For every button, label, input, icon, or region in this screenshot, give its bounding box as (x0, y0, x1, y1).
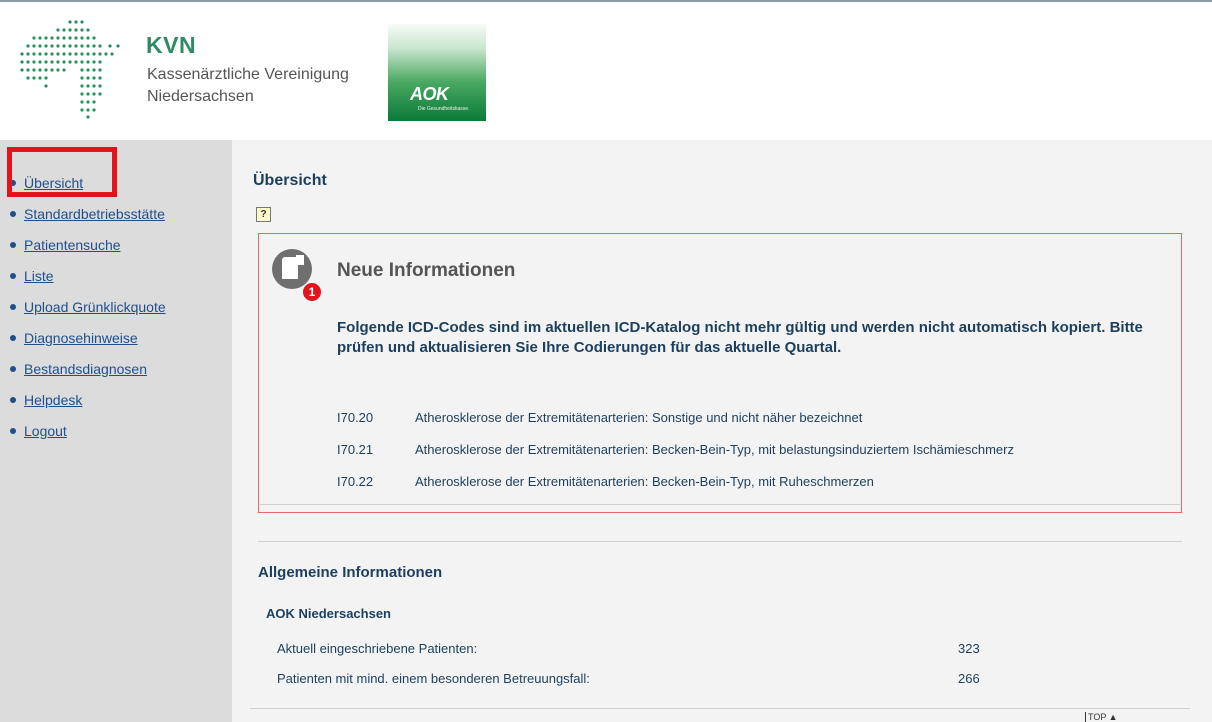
bullet-icon (10, 303, 16, 310)
bullet-icon (10, 365, 16, 372)
sidebar-item-logout[interactable]: Logout (10, 418, 166, 449)
sidebar-item-helpdesk[interactable]: Helpdesk (10, 387, 166, 418)
sidebar-item-bestandsdiagnosen[interactable]: Bestandsdiagnosen (10, 356, 166, 387)
top-border (0, 0, 1212, 2)
bullet-icon (10, 396, 16, 403)
icd-code: I70.21 (337, 442, 374, 457)
bullet-icon (10, 427, 16, 434)
kvn-org-name-line2: Niedersachsen (147, 88, 254, 105)
mailbox-icon (272, 249, 312, 289)
help-icon[interactable]: ? (256, 207, 271, 222)
stat-label-special-care-patients: Patienten mit mind. einem besonderen Bet… (277, 671, 590, 686)
content-frame-bottom (250, 708, 1190, 709)
sidebar-link-liste[interactable]: Liste (24, 268, 54, 284)
sidebar-link-upload-gruenklickquote[interactable]: Upload Grünklickquote (24, 299, 166, 315)
bullet-icon (10, 334, 16, 341)
icd-description: Atherosklerose der Extremitätenarterien:… (415, 410, 863, 425)
news-message: Folgende ICD-Codes sind im aktuellen ICD… (337, 319, 1143, 356)
sidebar-item-diagnosehinweise[interactable]: Diagnosehinweise (10, 325, 166, 356)
sidebar-link-patientensuche[interactable]: Patientensuche (24, 237, 121, 253)
icd-code: I70.22 (337, 474, 374, 489)
sidebar-link-logout[interactable]: Logout (24, 423, 67, 439)
sidebar-nav: Übersicht Standardbetriebsstätte Patient… (10, 170, 166, 449)
back-to-top-link[interactable]: TOP ▲ (1085, 712, 1118, 722)
aok-logo-text: AOK (410, 84, 449, 104)
insurer-name: AOK Niedersachsen (266, 606, 391, 621)
sidebar-link-bestandsdiagnosen[interactable]: Bestandsdiagnosen (24, 361, 147, 377)
general-info-title: Allgemeine Informationen (258, 564, 443, 581)
kvn-org-name-line1: Kassenärztliche Vereinigung (147, 66, 349, 83)
icd-description: Atherosklerose der Extremitätenarterien:… (415, 442, 1014, 457)
news-divider (260, 504, 1180, 505)
stat-value-enrolled-patients: 323 (958, 641, 980, 656)
icd-description: Atherosklerose der Extremitätenarterien:… (415, 474, 874, 489)
stat-label-enrolled-patients: Aktuell eingeschriebene Patienten: (277, 641, 478, 656)
kvn-brand-name: KVN (146, 32, 197, 58)
sidebar-item-upload-gruenklickquote[interactable]: Upload Grünklickquote (10, 294, 166, 325)
section-divider (258, 541, 1182, 542)
aok-logo: AOK Die Gesundheitskasse. (388, 24, 486, 121)
bullet-icon (10, 210, 16, 217)
bullet-icon (10, 241, 16, 248)
sidebar-link-diagnosehinweise[interactable]: Diagnosehinweise (24, 330, 138, 346)
bullet-icon (10, 272, 16, 279)
page-title: Übersicht (253, 172, 327, 189)
sidebar-item-liste[interactable]: Liste (10, 263, 166, 294)
notification-badge: 1 (303, 283, 321, 301)
sidebar-item-patientensuche[interactable]: Patientensuche (10, 232, 166, 263)
sidebar-item-standardbetriebsstaette[interactable]: Standardbetriebsstätte (10, 201, 166, 232)
mailbox-flag-icon (296, 255, 304, 265)
sidebar-link-helpdesk[interactable]: Helpdesk (24, 392, 82, 408)
aok-logo-subtext: Die Gesundheitskasse. (418, 106, 470, 112)
highlight-annotation-box (7, 147, 117, 197)
icd-code: I70.20 (337, 410, 374, 425)
kvn-logo (20, 20, 120, 119)
stat-value-special-care-patients: 266 (958, 671, 980, 686)
news-title: Neue Informationen (337, 260, 516, 281)
sidebar-link-standardbetriebsstaette[interactable]: Standardbetriebsstätte (24, 206, 165, 222)
